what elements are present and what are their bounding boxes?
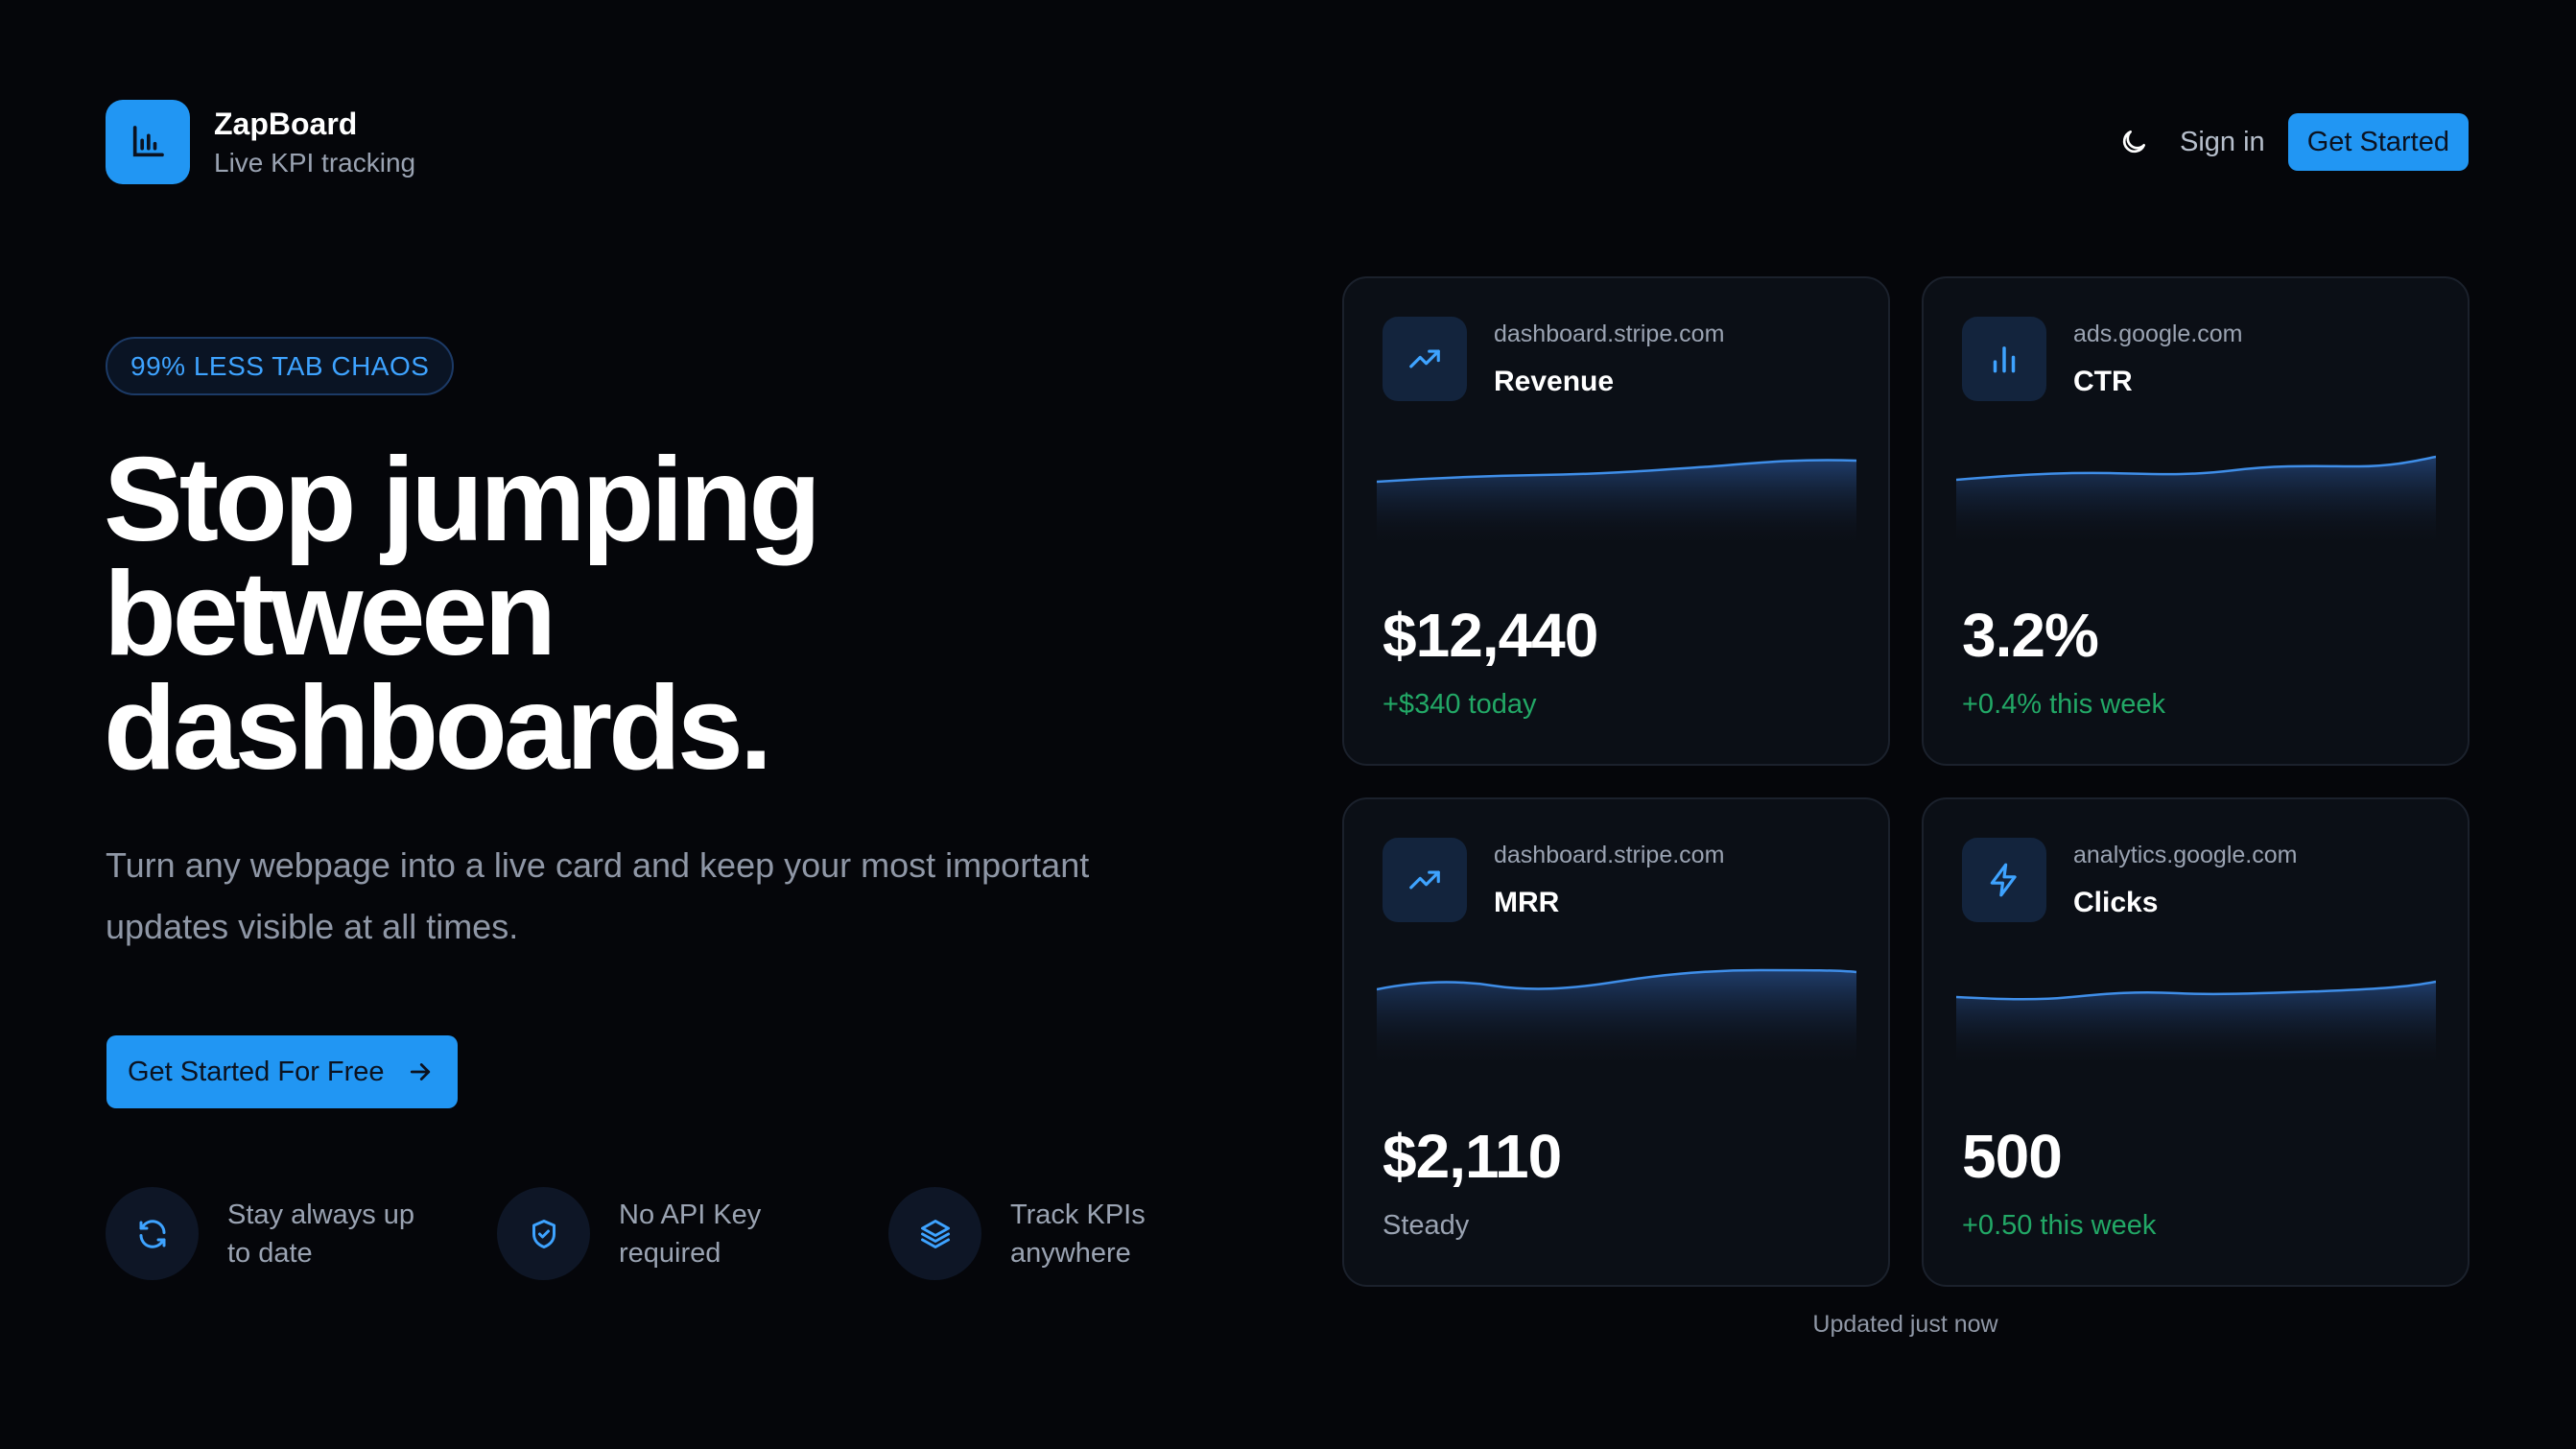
card-change: +0.4% this week (1962, 689, 2165, 720)
brand[interactable]: ZapBoard Live KPI tracking (106, 100, 415, 184)
card-source: ads.google.com (2073, 321, 2243, 347)
feature-item: No API Key required (497, 1187, 888, 1280)
brand-tagline: Live KPI tracking (214, 147, 416, 178)
headline-line: dashboards. (104, 662, 772, 795)
hero-badge: 99% LESS TAB CHAOS (106, 337, 455, 395)
card-title: MRR (1494, 887, 1560, 918)
landing-page: ZapBoard Live KPI tracking Sign in Get S… (0, 0, 2576, 1449)
card-value: $12,440 (1383, 601, 1598, 670)
moon-icon (2122, 131, 2146, 154)
hero-headline: Stop jumping between dashboards. (104, 434, 1159, 795)
kpi-card-mrr[interactable]: dashboard.stripe.com MRR $2,110 Steady (1342, 797, 1890, 1287)
feature-item: Stay always up to date (106, 1187, 497, 1280)
brand-name: ZapBoard (214, 106, 358, 141)
bar-chart-icon (1962, 317, 2046, 401)
kpi-card-ctr[interactable]: ads.google.com CTR 3.2% +0.4% this week (1922, 276, 2470, 766)
feature-item: Track KPIs anywhere (888, 1187, 1280, 1280)
updated-status: Updated just now (1812, 1311, 1998, 1338)
refresh-icon (106, 1187, 199, 1280)
trending-up-icon (1383, 317, 1467, 401)
sparkline-chart (1377, 968, 1856, 1068)
card-title: Revenue (1494, 366, 1615, 397)
sparkline-chart (1956, 980, 2436, 1068)
layers-icon (888, 1187, 981, 1280)
card-source: analytics.google.com (2073, 842, 2298, 868)
card-source: dashboard.stripe.com (1494, 321, 1725, 347)
feature-text: No API Key required (619, 1199, 762, 1269)
cta-label: Get Started For Free (128, 1056, 385, 1087)
feature-text: Stay always up to date (227, 1199, 415, 1269)
get-started-button[interactable]: Get Started (2287, 113, 2469, 171)
headline-line: between (104, 548, 556, 680)
feature-list: Stay always up to date No API Key requir… (106, 1187, 1280, 1280)
shield-check-icon (497, 1187, 590, 1280)
card-title: Clicks (2073, 887, 2159, 918)
kpi-card-clicks[interactable]: analytics.google.com Clicks 500 +0.50 th… (1922, 797, 2470, 1287)
theme-toggle-button[interactable] (2111, 119, 2157, 165)
card-change: Steady (1383, 1210, 1470, 1241)
card-value: 500 (1962, 1122, 2063, 1191)
card-value: 3.2% (1962, 601, 2099, 670)
lightning-icon (1962, 838, 2046, 922)
kpi-card-revenue[interactable]: dashboard.stripe.com Revenue $12,440 +$3… (1342, 276, 1890, 766)
get-started-free-button[interactable]: Get Started For Free (106, 1035, 458, 1108)
card-source: dashboard.stripe.com (1494, 842, 1725, 868)
top-nav: Sign in Get Started (2111, 113, 2469, 171)
bar-chart-icon (106, 100, 190, 184)
headline-line: Stop jumping (104, 434, 821, 566)
card-value: $2,110 (1383, 1122, 1562, 1191)
hero-lead: Turn any webpage into a live card and ke… (106, 845, 1090, 946)
arrow-right-icon (410, 1063, 430, 1081)
feature-text: Track KPIs anywhere (1010, 1199, 1146, 1269)
trending-up-icon (1383, 838, 1467, 922)
sparkline-chart (1377, 459, 1856, 547)
sparkline-chart (1956, 455, 2436, 547)
sign-in-link[interactable]: Sign in (2176, 127, 2269, 158)
card-change: +$340 today (1383, 689, 1537, 720)
card-change: +0.50 this week (1962, 1210, 2157, 1241)
card-title: CTR (2073, 366, 2133, 397)
